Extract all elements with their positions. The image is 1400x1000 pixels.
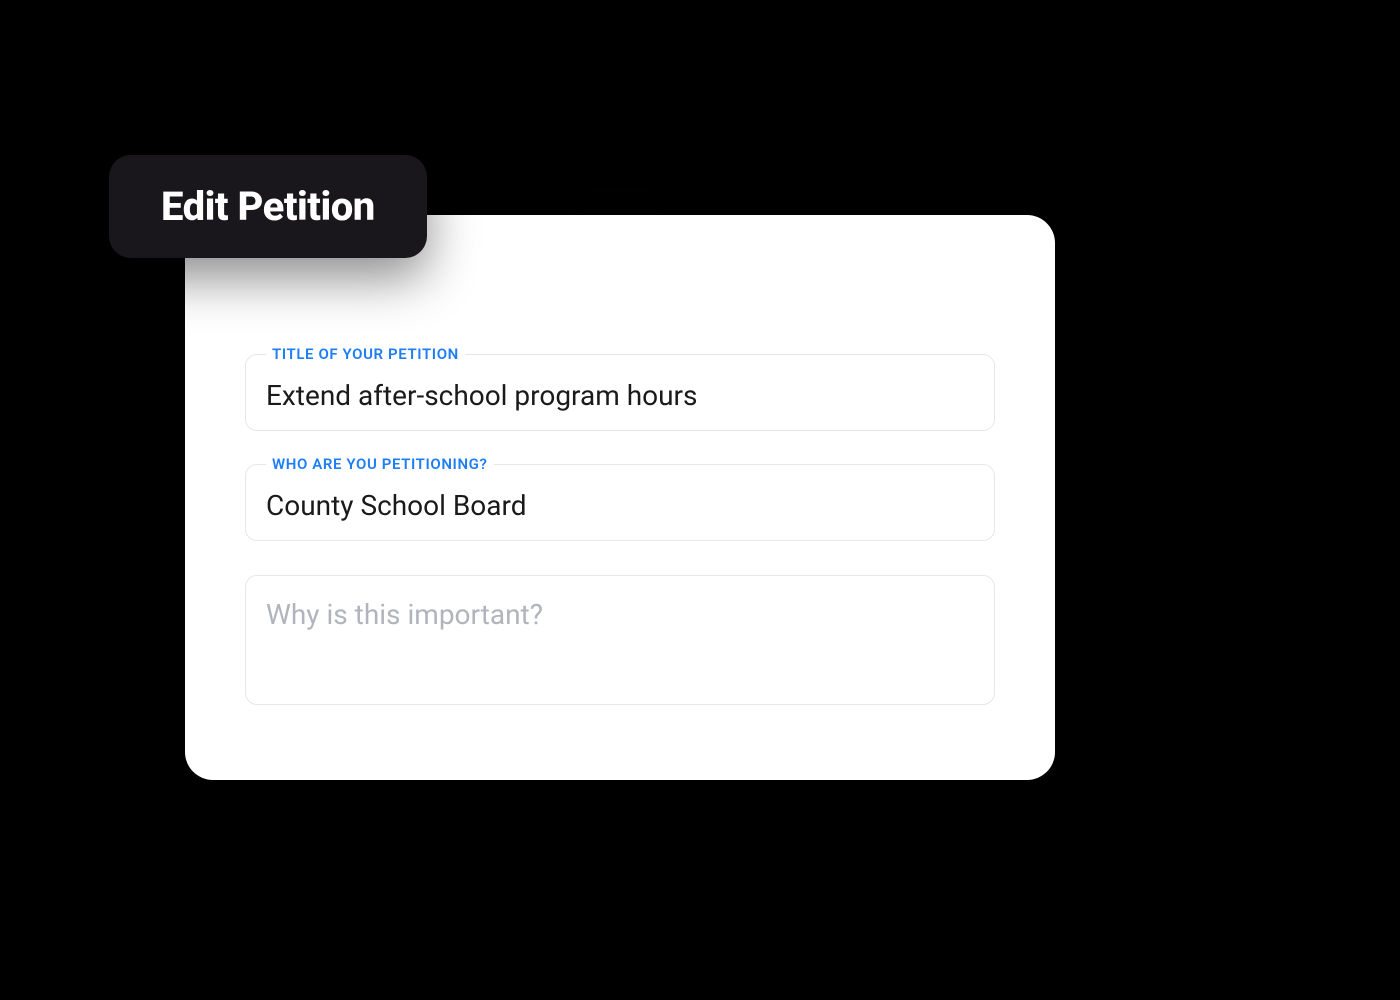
petition-title-field[interactable]: TITLE OF YOUR PETITION bbox=[245, 345, 995, 431]
petition-target-field[interactable]: WHO ARE YOU PETITIONING? bbox=[245, 455, 995, 541]
panel-title-badge: Edit Petition bbox=[109, 155, 427, 258]
petition-reason-input[interactable] bbox=[266, 598, 974, 678]
form-card: Edit Petition TITLE OF YOUR PETITION WHO… bbox=[185, 215, 1055, 780]
petition-target-input[interactable] bbox=[266, 487, 974, 522]
petition-reason-field[interactable] bbox=[245, 575, 995, 705]
edit-petition-panel: Edit Petition TITLE OF YOUR PETITION WHO… bbox=[185, 215, 1055, 780]
petition-title-label: TITLE OF YOUR PETITION bbox=[266, 345, 465, 363]
panel-title: Edit Petition bbox=[161, 183, 375, 230]
petition-target-label: WHO ARE YOU PETITIONING? bbox=[266, 455, 494, 473]
petition-title-input[interactable] bbox=[266, 377, 974, 412]
